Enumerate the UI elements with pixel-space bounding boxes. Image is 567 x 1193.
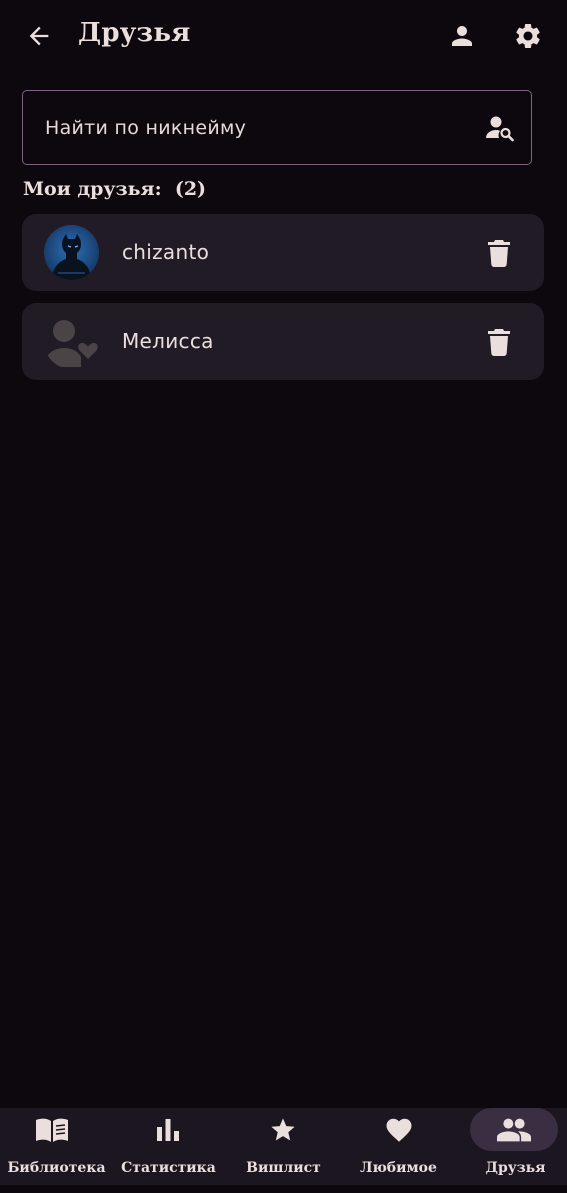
settings-button[interactable] — [508, 16, 548, 56]
nav-label: Друзья — [485, 1160, 546, 1176]
nav-icon-container — [124, 1108, 212, 1151]
delete-friend-button[interactable] — [484, 327, 514, 357]
friend-name: chizanto — [122, 240, 210, 264]
nav-item-library[interactable]: Библиотека — [0, 1108, 113, 1185]
bar-chart-icon — [157, 1118, 179, 1141]
nav-label: Статистика — [121, 1160, 216, 1176]
search-user-button[interactable] — [483, 113, 517, 143]
profile-button[interactable] — [442, 16, 482, 56]
nav-icon-container — [355, 1108, 443, 1151]
gear-icon — [516, 23, 540, 48]
nav-icon-container — [470, 1108, 558, 1151]
friend-card[interactable]: Мелисса — [22, 303, 544, 380]
person-search-icon — [486, 116, 514, 142]
friends-section-title: Мои друзья: — [23, 178, 162, 200]
bottom-navigation: Библиотека Статистика Вишлист Любимое Др… — [0, 1108, 567, 1185]
nav-item-friends[interactable]: Друзья — [454, 1108, 567, 1185]
search-field[interactable] — [22, 90, 532, 165]
back-button[interactable] — [19, 16, 59, 56]
friends-section-label: Мои друзья: (2) — [23, 178, 206, 200]
trash-icon — [488, 329, 510, 356]
avatar[interactable] — [44, 225, 99, 280]
default-person-heart-avatar-icon — [44, 320, 98, 367]
page-title: Друзья — [78, 18, 191, 48]
avatar[interactable] — [44, 314, 99, 369]
arrow-back-icon — [29, 26, 49, 46]
search-input[interactable] — [43, 91, 467, 165]
system-bar — [0, 1185, 567, 1193]
people-icon — [497, 1118, 531, 1141]
nav-icon-container — [8, 1108, 96, 1151]
app-header: Друзья — [0, 0, 567, 72]
nav-label: Библиотека — [7, 1160, 106, 1176]
friends-count: (2) — [174, 178, 207, 200]
friend-card[interactable]: chizanto — [22, 214, 544, 291]
nav-label: Вишлист — [246, 1160, 321, 1176]
photo-avatar-image — [52, 234, 91, 280]
delete-friend-button[interactable] — [484, 238, 514, 268]
book-icon — [36, 1118, 68, 1142]
trash-icon — [488, 240, 510, 267]
heart-icon — [386, 1118, 412, 1142]
nav-icon-container — [239, 1108, 327, 1151]
star-icon — [271, 1117, 295, 1140]
friend-name: Мелисса — [122, 329, 214, 353]
person-icon — [452, 26, 472, 46]
nav-item-statistics[interactable]: Статистика — [112, 1108, 225, 1185]
nav-label: Любимое — [360, 1160, 437, 1176]
nav-item-wishlist[interactable]: Вишлист — [227, 1108, 340, 1185]
nav-item-favorites[interactable]: Любимое — [342, 1108, 455, 1185]
